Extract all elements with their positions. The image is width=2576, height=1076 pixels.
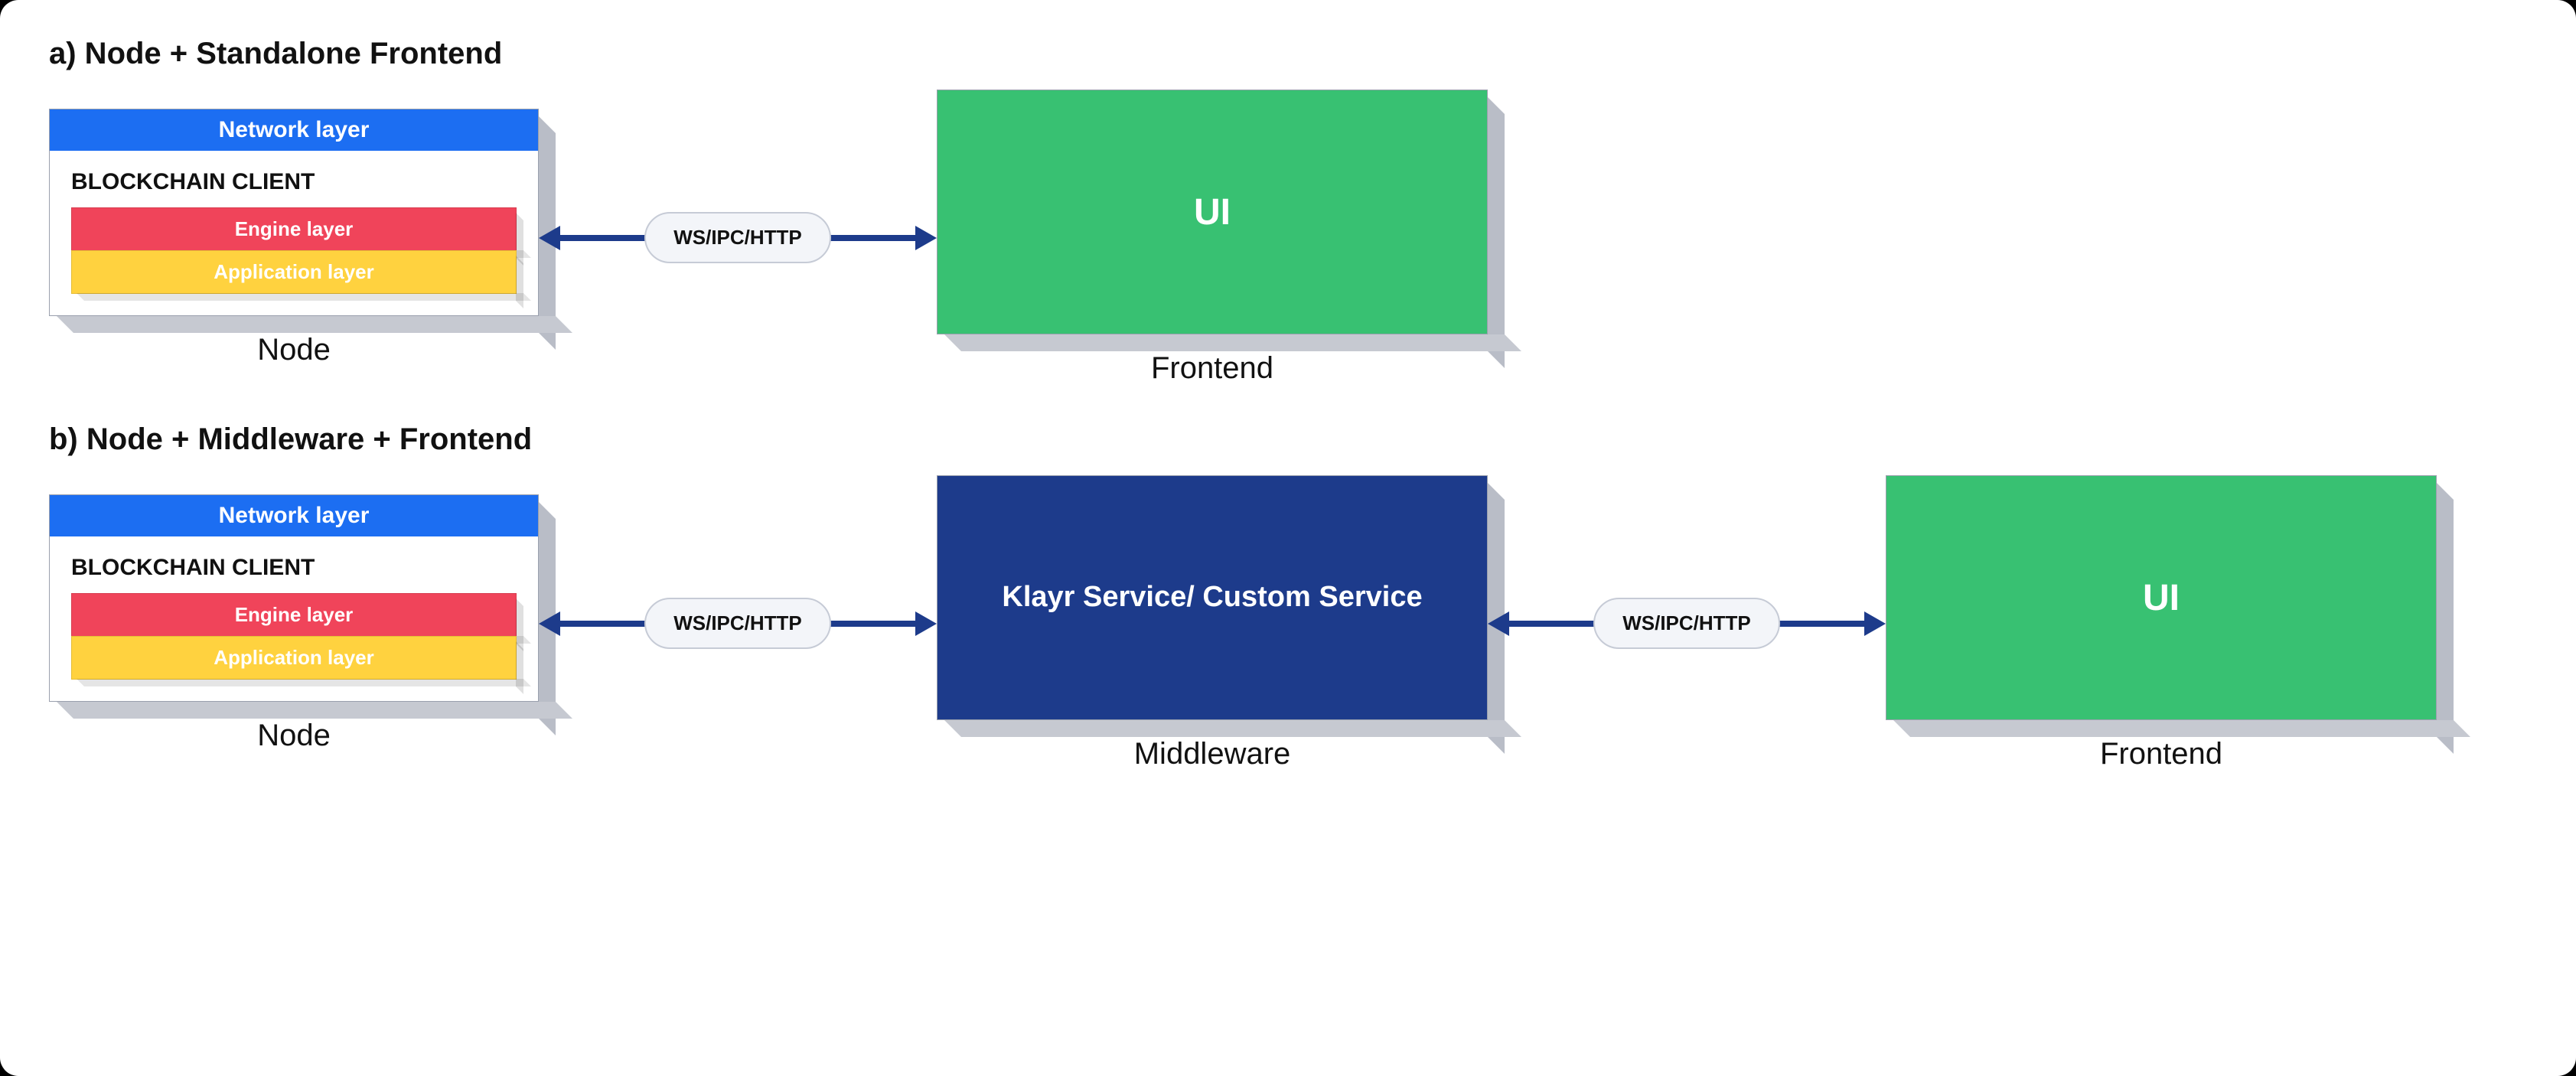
section-a-row: Network layer BLOCKCHAIN CLIENT Engine l… (49, 90, 2527, 386)
frontend-caption-b: Frontend (2100, 737, 2222, 771)
middleware-label: Klayr Service/ Custom Service (937, 475, 1488, 720)
node-caption-a: Node (257, 333, 331, 367)
node-column-b: Network layer BLOCKCHAIN CLIENT Engine l… (49, 494, 539, 753)
middleware-caption: Middleware (1134, 737, 1291, 771)
section-b: b) Node + Middleware + Frontend Network … (49, 422, 2527, 771)
blockchain-client-title-b: BLOCKCHAIN CLIENT (71, 555, 517, 581)
node-block-a: Network layer BLOCKCHAIN CLIENT Engine l… (49, 109, 539, 316)
ui-block-a: UI (937, 90, 1488, 334)
node-column-a: Network layer BLOCKCHAIN CLIENT Engine l… (49, 109, 539, 367)
connector-label-b-right: WS/IPC/HTTP (1593, 598, 1780, 649)
frontend-column-a: UI Frontend (937, 90, 1488, 386)
ui-label-a: UI (937, 90, 1488, 334)
section-b-title: b) Node + Middleware + Frontend (49, 422, 2527, 457)
middleware-block: Klayr Service/ Custom Service (937, 475, 1488, 720)
section-b-row: Network layer BLOCKCHAIN CLIENT Engine l… (49, 475, 2527, 771)
application-layer-a: Application layer (71, 250, 517, 294)
network-layer-a: Network layer (50, 109, 538, 151)
arrow-left-icon (539, 226, 560, 250)
middleware-column: Klayr Service/ Custom Service Middleware (937, 475, 1488, 771)
engine-layer-a: Engine layer (71, 207, 517, 251)
section-a: a) Node + Standalone Frontend Network la… (49, 37, 2527, 386)
ui-label-b: UI (1886, 475, 2437, 720)
ui-block-b: UI (1886, 475, 2437, 720)
arrow-left-icon (539, 611, 560, 636)
connector-label-b-left: WS/IPC/HTTP (644, 598, 831, 649)
blockchain-client-title-a: BLOCKCHAIN CLIENT (71, 169, 517, 195)
frontend-column-b: UI Frontend (1886, 475, 2437, 771)
application-layer-b: Application layer (71, 636, 517, 680)
engine-layer-b: Engine layer (71, 593, 517, 637)
arrow-right-icon (915, 611, 937, 636)
arrow-left-icon (1488, 611, 1509, 636)
connector-label-a: WS/IPC/HTTP (644, 212, 831, 263)
arrow-right-icon (1864, 611, 1886, 636)
connector-b-left: WS/IPC/HTTP (539, 593, 937, 654)
arrow-right-icon (915, 226, 937, 250)
node-block-b: Network layer BLOCKCHAIN CLIENT Engine l… (49, 494, 539, 702)
architecture-diagram: a) Node + Standalone Frontend Network la… (0, 0, 2576, 1076)
network-layer-b: Network layer (50, 495, 538, 536)
frontend-caption-a: Frontend (1151, 351, 1273, 386)
node-caption-b: Node (257, 719, 331, 753)
section-a-title: a) Node + Standalone Frontend (49, 37, 2527, 71)
connector-a: WS/IPC/HTTP (539, 207, 937, 269)
connector-b-right: WS/IPC/HTTP (1488, 593, 1886, 654)
